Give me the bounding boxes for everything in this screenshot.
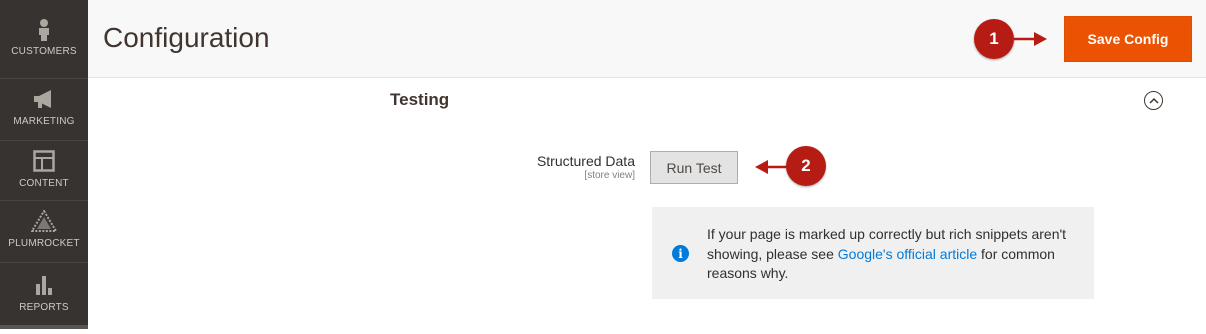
sidebar-item-label: PLUMROCKET [8, 238, 80, 249]
sidebar-item-marketing[interactable]: MARKETING [0, 88, 88, 148]
sidebar-item-plumrocket[interactable]: PLUMROCKET [0, 210, 88, 270]
sidebar-item-label: CUSTOMERS [11, 46, 77, 57]
callout-arrow-left-icon [755, 160, 788, 174]
sidebar-item-content[interactable]: CONTENT [0, 150, 88, 210]
page-title: Configuration [103, 22, 270, 53]
chevron-up-icon [1148, 97, 1159, 104]
sidebar-item-customers[interactable]: CUSTOMERS [0, 18, 88, 78]
section-title: Testing [390, 90, 450, 109]
bar-chart-icon [0, 274, 88, 300]
collapse-section-button[interactable] [1144, 91, 1163, 110]
run-test-button[interactable]: Run Test [650, 151, 738, 184]
plumrocket-logo-icon [0, 210, 88, 236]
sidebar-item-label: MARKETING [13, 116, 75, 127]
callout-arrow-right-icon [1014, 32, 1047, 46]
divider [0, 140, 88, 141]
person-icon [0, 18, 88, 44]
admin-sidebar: CUSTOMERS MARKETING CONTENT PLUMROCKET R… [0, 0, 88, 329]
sidebar-scroll-indicator [0, 325, 88, 329]
note-text: If your page is marked up correctly but … [707, 225, 1077, 284]
callout-marker-1: 1 [974, 19, 1014, 59]
layout-icon [0, 150, 88, 176]
divider [0, 200, 88, 201]
google-article-link[interactable]: Google's official article [838, 246, 977, 262]
sidebar-item-label: CONTENT [19, 178, 69, 189]
divider [0, 262, 88, 263]
scope-label: [store view] [584, 170, 635, 181]
megaphone-icon [0, 88, 88, 114]
save-config-button[interactable]: Save Config [1064, 16, 1192, 62]
info-icon: i [672, 245, 689, 262]
structured-data-label: Structured Data [536, 153, 635, 169]
divider [0, 78, 88, 79]
info-note: i If your page is marked up correctly bu… [652, 207, 1094, 299]
callout-marker-2: 2 [786, 146, 826, 186]
sidebar-item-label: REPORTS [19, 302, 69, 313]
